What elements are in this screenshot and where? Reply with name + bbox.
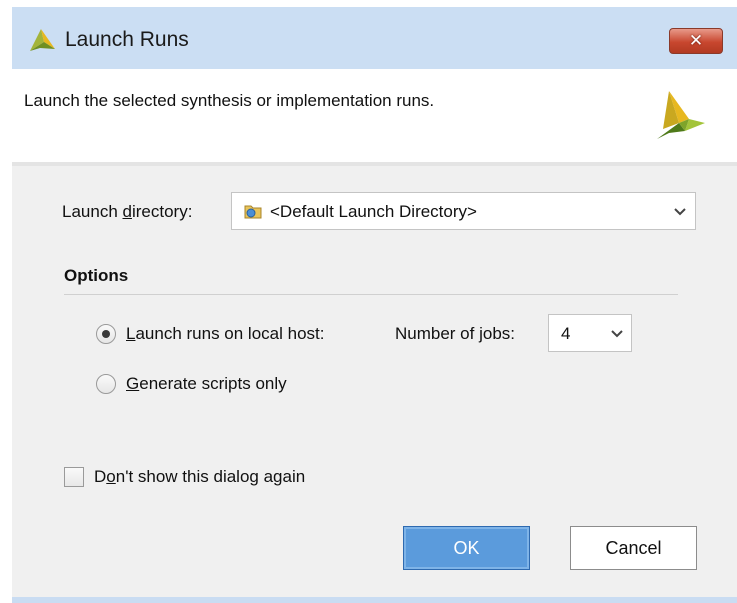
window-title: Launch Runs bbox=[65, 28, 189, 51]
options-divider bbox=[64, 294, 678, 295]
dont-show-checkbox[interactable] bbox=[64, 467, 84, 487]
title-bar[interactable]: Launch Runs ✕ bbox=[12, 7, 737, 69]
launch-directory-label: Launch directory: bbox=[62, 202, 193, 221]
vivado-logo-icon bbox=[657, 91, 705, 139]
scripts-only-radio[interactable] bbox=[96, 374, 116, 394]
launch-directory-value: <Default Launch Directory> bbox=[270, 202, 477, 221]
launch-directory-dropdown[interactable]: <Default Launch Directory> bbox=[231, 192, 696, 230]
launch-runs-dialog: Launch Runs ✕ Launch the selected synthe… bbox=[12, 7, 737, 603]
options-heading: Options bbox=[64, 266, 129, 285]
ok-button[interactable]: OK bbox=[403, 526, 530, 570]
number-of-jobs-value: 4 bbox=[561, 324, 571, 343]
chevron-down-icon[interactable] bbox=[673, 207, 687, 217]
close-button[interactable]: ✕ bbox=[669, 28, 723, 54]
number-of-jobs-dropdown[interactable]: 4 bbox=[548, 314, 632, 352]
header-band: Launch the selected synthesis or impleme… bbox=[12, 69, 737, 166]
vivado-logo-icon bbox=[30, 29, 55, 51]
dialog-body: Launch the selected synthesis or impleme… bbox=[12, 69, 737, 597]
dialog-description: Launch the selected synthesis or impleme… bbox=[24, 91, 435, 110]
close-icon: ✕ bbox=[688, 31, 704, 50]
scripts-only-label[interactable]: Generate scripts only bbox=[126, 374, 287, 394]
chevron-down-icon[interactable] bbox=[610, 329, 624, 339]
folder-icon bbox=[244, 205, 262, 219]
cancel-button[interactable]: Cancel bbox=[570, 526, 697, 570]
local-host-radio[interactable] bbox=[96, 324, 116, 344]
local-host-label[interactable]: Launch runs on local host: bbox=[126, 324, 324, 344]
number-of-jobs-label: Number of jobs: bbox=[395, 324, 516, 343]
dont-show-label[interactable]: Don't show this dialog again bbox=[94, 467, 305, 487]
